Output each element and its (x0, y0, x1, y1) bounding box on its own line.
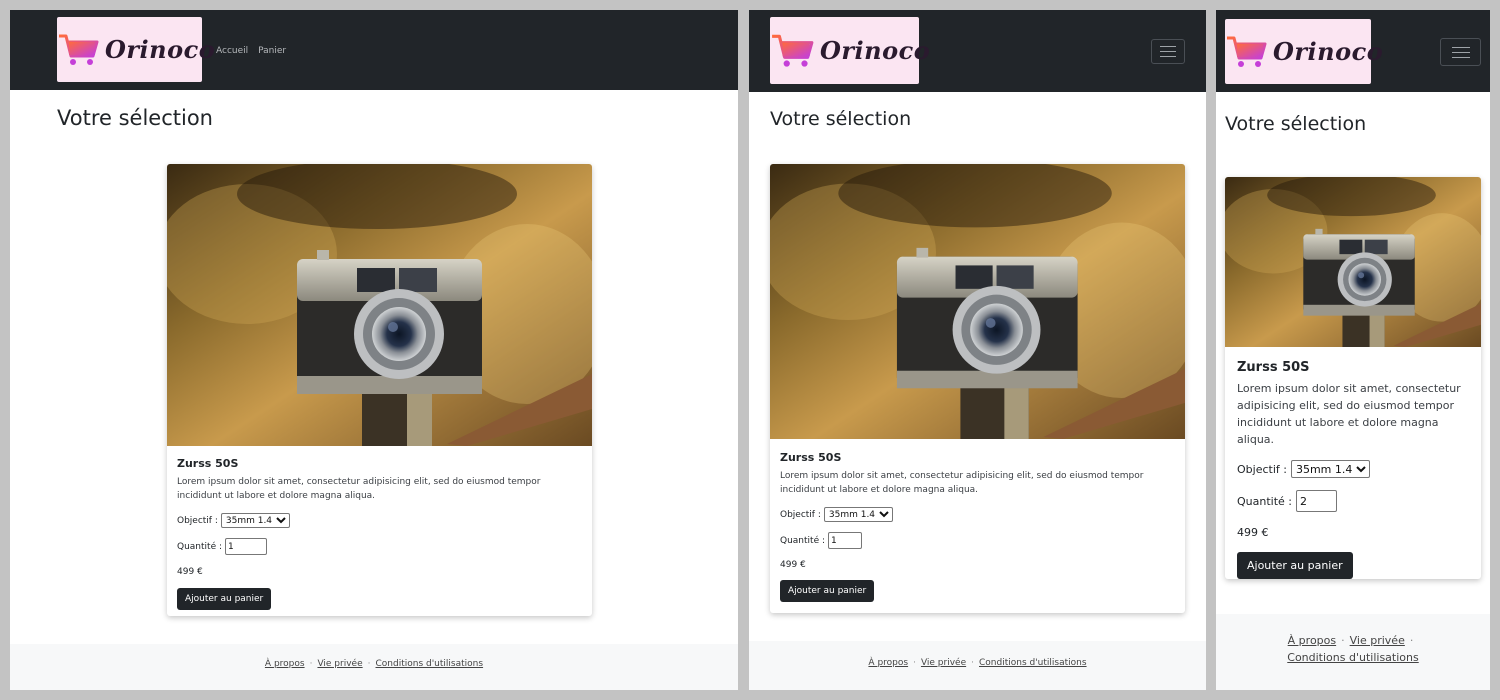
page-title: Votre sélection (770, 108, 912, 130)
nav-home-link[interactable]: Accueil (216, 46, 248, 56)
footer-separator: · (309, 659, 313, 669)
brand-name: Orinoco (820, 36, 931, 65)
footer-terms-link[interactable]: Conditions d'utilisations (979, 658, 1087, 668)
menu-line (1160, 46, 1176, 47)
menu-line (1451, 56, 1470, 58)
product-name: Zurss 50S (780, 451, 842, 464)
lens-label: Objectif : (177, 515, 218, 526)
menu-line (1160, 51, 1176, 52)
brand-name: Orinoco (105, 35, 216, 64)
lens-row: Objectif : 35mm 1.4 (780, 507, 1175, 522)
desktop-view: Orinoco Accueil Panier Votre sélection Z… (10, 10, 738, 690)
brand-logo[interactable]: Orinoco (57, 17, 215, 82)
brand-name: Orinoco (1273, 37, 1384, 66)
quantity-row: Quantité : (780, 532, 1175, 549)
navbar: Orinoco (749, 10, 1206, 92)
product-price: 499 € (177, 567, 203, 577)
navbar: Orinoco (1216, 10, 1490, 92)
quantity-input[interactable] (1296, 490, 1337, 512)
quantity-label: Quantité : (1237, 494, 1292, 508)
lens-select[interactable]: 35mm 1.4 (1290, 460, 1370, 478)
brand-logo[interactable]: Orinoco (1225, 19, 1383, 84)
lens-select[interactable]: 35mm 1.4 (220, 513, 290, 528)
footer-separator: · (971, 658, 974, 668)
product-description: Lorem ipsum dolor sit amet, consectetur … (1237, 382, 1461, 446)
footer-privacy-link[interactable]: Vie privée (1350, 634, 1405, 647)
shopping-cart-icon (770, 34, 814, 68)
product-description: Lorem ipsum dolor sit amet, consectetur … (177, 477, 541, 501)
footer-separator: · (367, 659, 371, 669)
shopping-cart-icon (1225, 36, 1267, 68)
product-image (1225, 177, 1481, 347)
mobile-view: Orinoco Votre sélection Zurss 50S Lorem … (1216, 10, 1490, 690)
lens-label: Objectif : (780, 509, 821, 520)
add-to-cart-button[interactable]: Ajouter au panier (177, 588, 272, 610)
footer: À propos · Vie privée · Conditions d'utilisa… (749, 641, 1206, 690)
product-card: Zurss 50S Lorem ipsum dolor sit amet, co… (167, 164, 592, 616)
product-card: Zurss 50S Lorem ipsum dolor sit amet, co… (1225, 177, 1481, 579)
footer-separator: · (1341, 634, 1345, 647)
quantity-input[interactable] (828, 532, 862, 549)
footer-about-link[interactable]: À propos (265, 659, 305, 669)
footer-privacy-link[interactable]: Vie privée (921, 658, 966, 668)
quantity-row: Quantité : (177, 538, 582, 555)
product-name: Zurss 50S (177, 457, 239, 470)
nav-cart-link[interactable]: Panier (258, 46, 286, 56)
lens-label: Objectif : (1237, 462, 1287, 476)
footer: À propos · Vie privée · Conditions d'utilisa… (10, 644, 738, 690)
product-image (770, 164, 1185, 439)
footer-separator: · (913, 658, 916, 668)
footer-terms-link[interactable]: Conditions d'utilisations (376, 659, 484, 669)
lens-row: Objectif : 35mm 1.4 (177, 513, 582, 528)
page-title: Votre sélection (1225, 113, 1367, 135)
footer-about-link[interactable]: À propos (1288, 634, 1336, 647)
footer-terms-link[interactable]: Conditions d'utilisations (1287, 651, 1418, 664)
product-description: Lorem ipsum dolor sit amet, consectetur … (780, 471, 1144, 495)
product-name: Zurss 50S (1237, 360, 1310, 375)
nav-links: Accueil Panier (216, 46, 286, 56)
footer-separator: · (1409, 634, 1414, 647)
product-price: 499 € (780, 560, 806, 570)
quantity-input[interactable] (225, 538, 267, 555)
add-to-cart-button[interactable]: Ajouter au panier (780, 580, 875, 602)
menu-line (1451, 51, 1470, 53)
menu-line (1160, 56, 1176, 57)
navbar: Orinoco Accueil Panier (10, 10, 738, 90)
lens-select[interactable]: 35mm 1.4 (823, 507, 893, 522)
add-to-cart-button[interactable]: Ajouter au panier (1237, 552, 1353, 579)
product-price: 499 € (1237, 526, 1269, 539)
quantity-label: Quantité : (177, 541, 222, 552)
shopping-cart-icon (57, 34, 99, 66)
footer: À propos · Vie privée · Conditions d'utilis… (1216, 614, 1490, 690)
product-image (167, 164, 592, 446)
hamburger-menu-icon[interactable] (1151, 39, 1185, 64)
quantity-label: Quantité : (780, 535, 825, 546)
lens-row: Objectif : 35mm 1.4 (1237, 460, 1469, 478)
product-card: Zurss 50S Lorem ipsum dolor sit amet, co… (770, 164, 1185, 613)
footer-about-link[interactable]: À propos (868, 658, 908, 668)
brand-logo[interactable]: Orinoco (770, 17, 930, 84)
hamburger-menu-icon[interactable] (1440, 38, 1481, 66)
page-title: Votre sélection (57, 106, 213, 130)
footer-privacy-link[interactable]: Vie privée (317, 659, 362, 669)
quantity-row: Quantité : (1237, 490, 1469, 512)
menu-line (1451, 46, 1470, 48)
tablet-view: Orinoco Votre sélection Zurss 50S Lorem … (749, 10, 1206, 690)
